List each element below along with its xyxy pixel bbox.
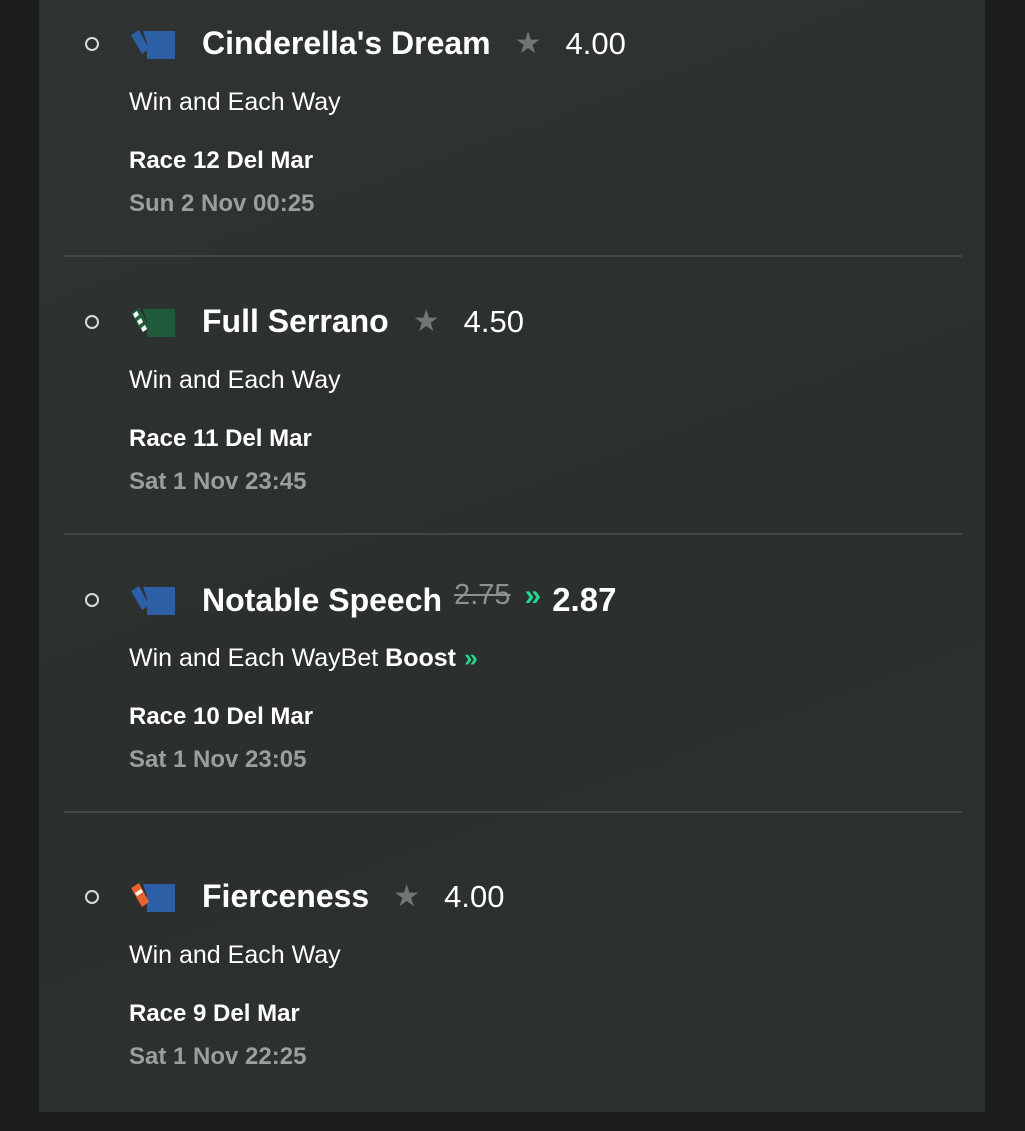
- runner-name: Notable Speech: [202, 581, 443, 618]
- divider: [64, 811, 962, 813]
- bet-card[interactable]: Fierceness ★ 4.00 Win and Each Way Race …: [39, 853, 985, 1131]
- market-text: Win and Each Way: [129, 644, 341, 672]
- runner-row: Cinderella's Dream ★ 4.00: [202, 25, 626, 62]
- runner-row: Notable Speech 2.75 » 2.87: [202, 578, 617, 619]
- runner-name: Full Serrano: [202, 303, 389, 339]
- radio-button[interactable]: [85, 593, 99, 607]
- odds-value: 4.00: [565, 25, 626, 61]
- star-icon[interactable]: ★: [413, 306, 440, 337]
- market-label: Win and Each Way: [129, 941, 341, 969]
- odds-value: 4.50: [463, 303, 524, 339]
- radio-button[interactable]: [85, 315, 99, 329]
- market-label: Win and Each Way: [129, 88, 341, 116]
- bet-card[interactable]: Full Serrano ★ 4.50 Win and Each Way Rac…: [39, 278, 985, 556]
- runner-row: Fierceness ★ 4.00: [202, 878, 504, 915]
- race-time: Sat 1 Nov 22:25: [129, 1043, 307, 1070]
- radio-button[interactable]: [85, 37, 99, 51]
- market-label: Win and Each Way: [129, 366, 341, 394]
- jockey-silk-blue-orange-icon: [131, 883, 175, 912]
- race-time: Sun 2 Nov 00:25: [129, 190, 315, 217]
- bet-card[interactable]: Cinderella's Dream ★ 4.00 Win and Each W…: [39, 0, 985, 278]
- jockey-silk-green-icon: [131, 308, 175, 337]
- race-name: Race 12 Del Mar: [129, 147, 314, 174]
- bet-history-panel: Cinderella's Dream ★ 4.00 Win and Each W…: [39, 0, 985, 1112]
- divider: [64, 533, 962, 535]
- runner-row: Full Serrano ★ 4.50: [202, 303, 524, 340]
- race-name: Race 10 Del Mar: [129, 703, 314, 730]
- original-odds: 2.75: [454, 578, 511, 611]
- jockey-silk-blue-icon: [131, 30, 175, 59]
- boosted-odds: 2.87: [552, 581, 617, 618]
- star-icon[interactable]: ★: [393, 881, 420, 912]
- odds-value: 4.00: [444, 878, 505, 914]
- radio-button[interactable]: [85, 890, 99, 904]
- runner-name: Cinderella's Dream: [202, 25, 491, 61]
- race-time: Sat 1 Nov 23:05: [129, 746, 307, 773]
- race-name: Race 9 Del Mar: [129, 1000, 300, 1027]
- star-icon[interactable]: ★: [515, 28, 542, 59]
- market-label: Win and Each WayBet Boost»: [129, 644, 478, 673]
- race-name: Race 11 Del Mar: [129, 425, 312, 452]
- bet-card[interactable]: Notable Speech 2.75 » 2.87 Win and Each …: [39, 556, 985, 834]
- boost-arrow-icon: »: [524, 579, 542, 612]
- boost-arrow-icon: »: [463, 644, 478, 672]
- divider: [64, 255, 962, 257]
- boost-label: Boost: [385, 644, 456, 672]
- boost-prefix: Bet: [340, 644, 386, 672]
- runner-name: Fierceness: [202, 878, 370, 914]
- race-time: Sat 1 Nov 23:45: [129, 468, 307, 495]
- jockey-silk-blue-icon: [131, 586, 175, 615]
